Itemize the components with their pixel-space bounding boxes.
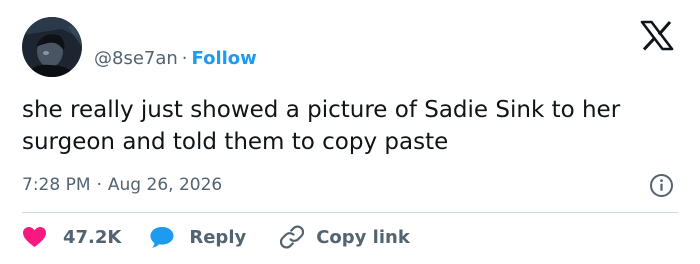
action-bar: 47.2K Reply Copy link: [22, 223, 410, 251]
reply-button[interactable]: Reply: [149, 225, 246, 249]
meta-separator: ·: [96, 175, 102, 195]
reply-label: Reply: [189, 226, 247, 248]
link-icon: [280, 225, 305, 249]
tweet-date[interactable]: Aug 26, 2026: [108, 175, 222, 195]
avatar[interactable]: [22, 17, 82, 77]
tweet-card: @8se7an · Follow she really just showed a …: [0, 0, 700, 264]
author-row: @8se7an · Follow: [94, 48, 257, 70]
avatar-image: [22, 17, 82, 77]
x-logo-icon[interactable]: [640, 20, 674, 51]
divider: [22, 212, 678, 213]
tweet-time[interactable]: 7:28 PM: [22, 175, 91, 195]
tweet-meta: 7:28 PM · Aug 26, 2026: [22, 174, 222, 196]
heart-icon: [22, 226, 47, 248]
speech-bubble-icon: [149, 225, 175, 249]
info-icon[interactable]: [649, 173, 674, 198]
like-count: 47.2K: [63, 226, 122, 248]
handle-separator: ·: [181, 48, 188, 69]
follow-button[interactable]: Follow: [192, 48, 257, 69]
author-handle[interactable]: @8se7an: [94, 48, 178, 69]
tweet-text: she really just showed a picture of Sadi…: [22, 97, 621, 155]
like-button[interactable]: 47.2K: [22, 226, 121, 248]
copy-link-label: Copy link: [316, 226, 410, 248]
copy-link-button[interactable]: Copy link: [280, 225, 410, 249]
